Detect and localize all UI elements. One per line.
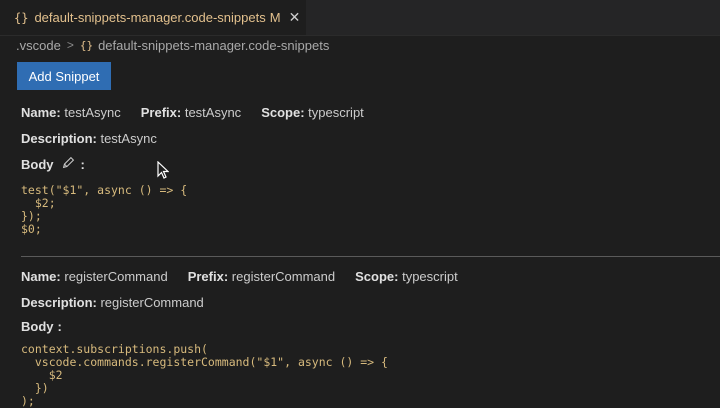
snippet-name: Name: registerCommand bbox=[21, 268, 168, 284]
snippet-scope: Scope: typescript bbox=[261, 104, 364, 120]
tab-title: default-snippets-manager.code-snippets bbox=[34, 10, 266, 25]
snippet-card: Name: registerCommand Prefix: registerCo… bbox=[21, 267, 720, 408]
breadcrumb-file[interactable]: default-snippets-manager.code-snippets bbox=[98, 38, 329, 53]
tab-bar: {} default-snippets-manager.code-snippet… bbox=[0, 0, 720, 36]
snippet-name: Name: testAsync bbox=[21, 104, 121, 120]
snippet-description: Description: testAsync bbox=[21, 130, 157, 146]
snippet-body-label: Body: bbox=[21, 318, 62, 334]
snippet-meta-row: Name: testAsync Prefix: testAsync Scope:… bbox=[21, 103, 720, 121]
breadcrumb: .vscode > {} default-snippets-manager.co… bbox=[16, 36, 329, 54]
snippet-divider bbox=[21, 256, 720, 257]
snippet-meta-row: Name: registerCommand Prefix: registerCo… bbox=[21, 267, 720, 285]
snippet-prefix: Prefix: testAsync bbox=[140, 104, 242, 120]
breadcrumb-folder[interactable]: .vscode bbox=[16, 38, 61, 53]
snippet-body-code[interactable]: context.subscriptions.push( vscode.comma… bbox=[21, 343, 720, 408]
snippet-prefix: Prefix: registerCommand bbox=[187, 268, 336, 284]
pencil-icon[interactable] bbox=[62, 156, 75, 172]
add-snippet-button[interactable]: Add Snippet bbox=[17, 62, 111, 90]
snippet-card: Name: testAsync Prefix: testAsync Scope:… bbox=[21, 103, 720, 236]
mouse-pointer-icon bbox=[157, 160, 170, 184]
close-icon[interactable]: ✕ bbox=[289, 9, 301, 26]
snippet-description: Description: registerCommand bbox=[21, 294, 204, 310]
modified-indicator: M bbox=[269, 10, 281, 25]
snippet-body-code[interactable]: test("$1", async () => { $2; }); $0; bbox=[21, 184, 720, 236]
json-braces-icon: {} bbox=[14, 10, 29, 25]
snippet-scope: Scope: typescript bbox=[355, 268, 458, 284]
chevron-right-icon: > bbox=[66, 38, 74, 52]
snippet-body-label: Body : bbox=[21, 156, 85, 172]
tab-snippets-file[interactable]: {} default-snippets-manager.code-snippet… bbox=[0, 0, 306, 35]
json-braces-icon: {} bbox=[79, 38, 94, 52]
